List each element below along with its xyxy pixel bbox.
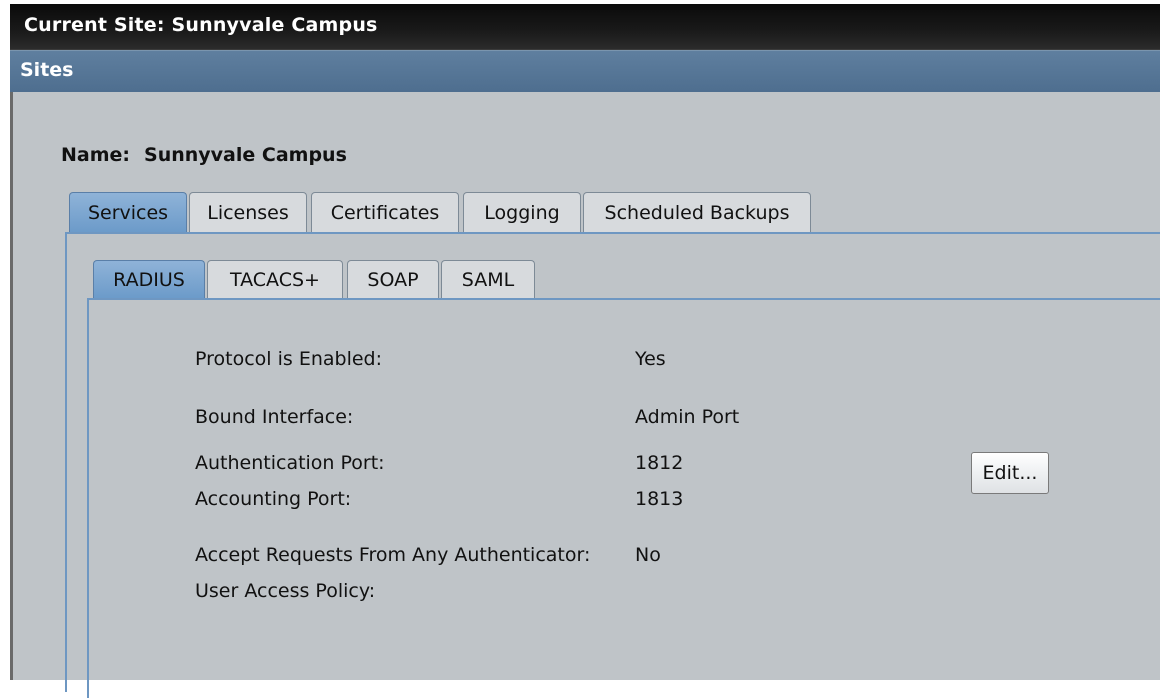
site-name-label: Name:: [61, 144, 131, 166]
tab-soap[interactable]: SOAP: [347, 260, 439, 298]
current-site-label: Current Site: Sunnyvale Campus: [24, 14, 378, 36]
protocol-enabled-label: Protocol is Enabled:: [195, 348, 383, 370]
accounting-port-label: Accounting Port:: [195, 488, 352, 510]
accept-any-authenticator-value: No: [635, 544, 661, 566]
tab-radius[interactable]: RADIUS: [93, 260, 205, 299]
bound-interface-label: Bound Interface:: [195, 406, 354, 428]
title-bar: Current Site: Sunnyvale Campus: [10, 4, 1160, 50]
protocol-enabled-value: Yes: [635, 348, 666, 370]
accept-any-authenticator-label: Accept Requests From Any Authenticator:: [195, 544, 591, 566]
tab-tacacs[interactable]: TACACS+: [207, 260, 343, 298]
authentication-port-value: 1812: [635, 452, 684, 474]
authentication-port-label: Authentication Port:: [195, 452, 385, 474]
bound-interface-value: Admin Port: [635, 406, 740, 428]
user-access-policy-label: User Access Policy:: [195, 580, 376, 602]
accounting-port-value: 1813: [635, 488, 684, 510]
sites-header: Sites: [10, 50, 1160, 92]
tab-licenses[interactable]: Licenses: [189, 192, 307, 232]
site-name-row: Name: Sunnyvale Campus: [61, 144, 347, 166]
tab-scheduled-backups[interactable]: Scheduled Backups: [583, 192, 811, 232]
tab-services[interactable]: Services: [69, 192, 187, 233]
tab-saml[interactable]: SAML: [441, 260, 535, 298]
sites-title: Sites: [20, 59, 74, 81]
tab-logging[interactable]: Logging: [463, 192, 581, 232]
main-panel: Name: Sunnyvale Campus Services Licenses …: [10, 92, 1160, 698]
site-name-value: Sunnyvale Campus: [144, 144, 347, 166]
tab-certificates[interactable]: Certificates: [311, 192, 459, 232]
edit-button[interactable]: Edit...: [971, 452, 1049, 494]
